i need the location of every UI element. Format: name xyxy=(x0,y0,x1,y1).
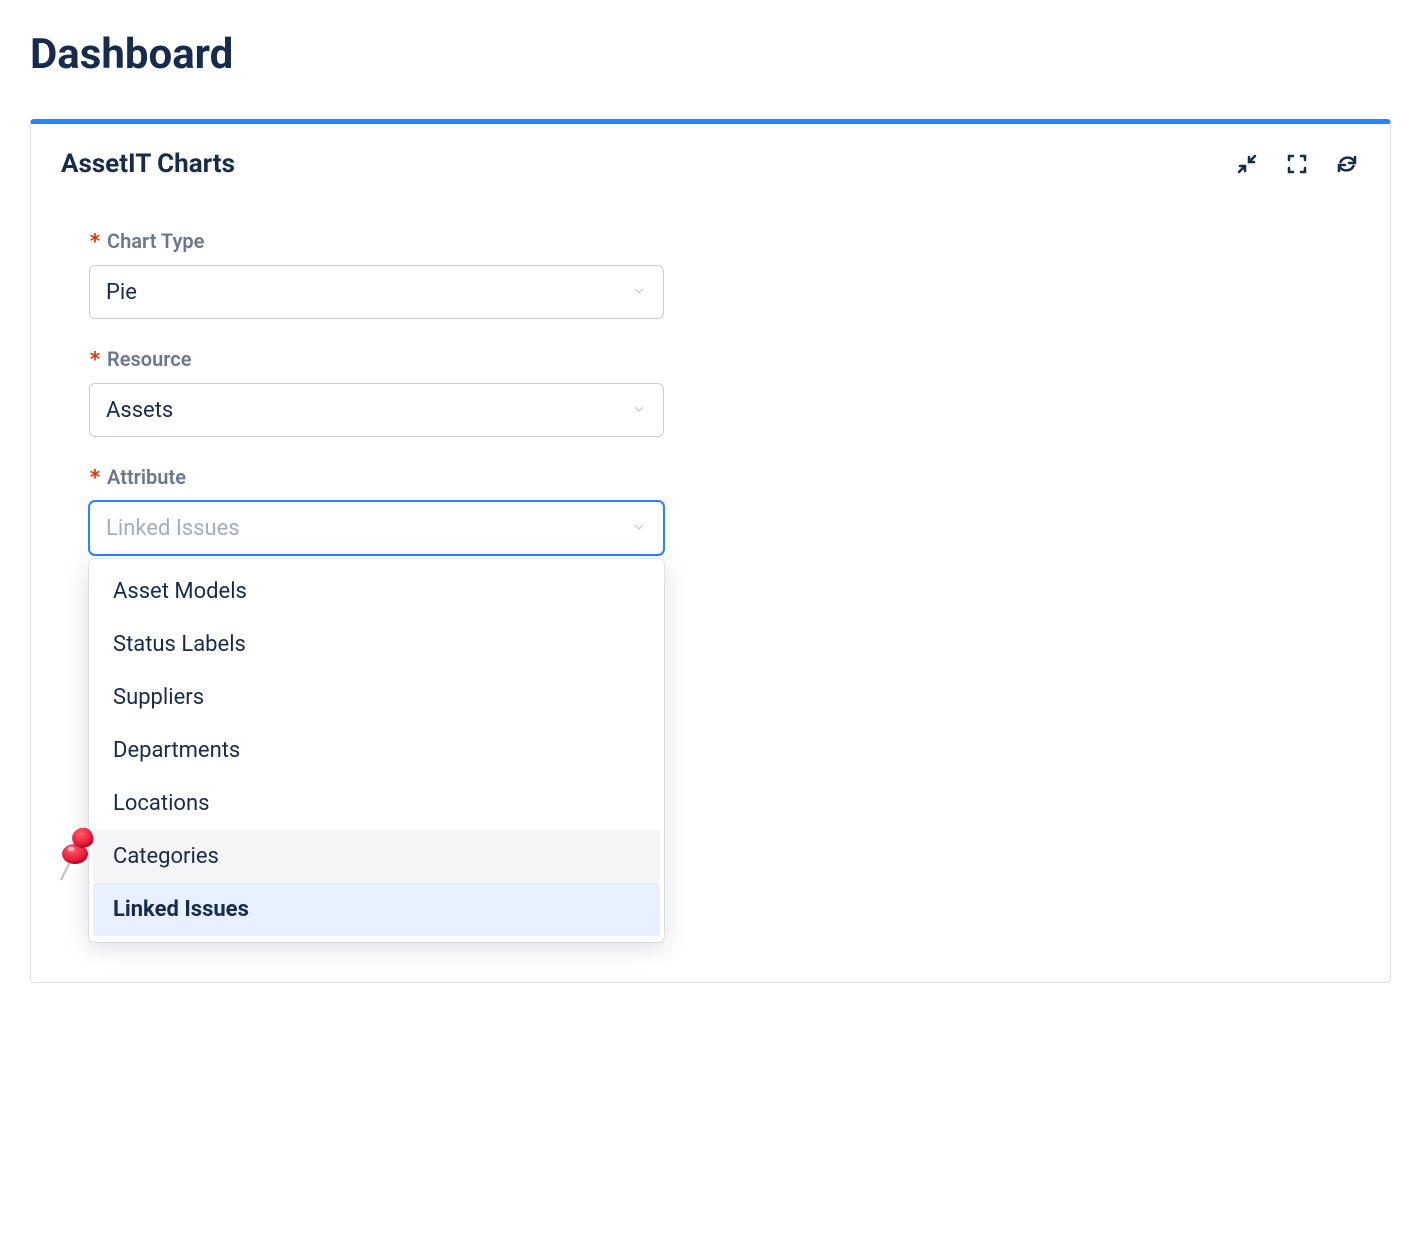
required-asterisk: * xyxy=(89,347,101,371)
fullscreen-icon[interactable] xyxy=(1284,151,1310,177)
attribute-label: *Attribute xyxy=(89,465,664,489)
chart-type-select[interactable]: Pie xyxy=(89,265,664,319)
chart-type-value: Pie xyxy=(106,280,137,305)
chart-type-label-text: Chart Type xyxy=(107,229,204,253)
attribute-option[interactable]: Departments xyxy=(93,724,660,777)
resource-field: *Resource Assets xyxy=(89,347,664,437)
resource-label: *Resource xyxy=(89,347,664,371)
attribute-option[interactable]: Asset Models xyxy=(93,565,660,618)
chart-config-card: AssetIT Charts xyxy=(30,119,1391,983)
form-area: *Chart Type Pie *Resource Assets xyxy=(61,229,1360,942)
refresh-icon[interactable] xyxy=(1334,151,1360,177)
card-actions xyxy=(1234,151,1360,177)
attribute-dropdown: Asset ModelsStatus LabelsSuppliersDepart… xyxy=(89,559,664,942)
resource-label-text: Resource xyxy=(107,347,191,371)
page-title: Dashboard xyxy=(30,30,1391,79)
attribute-label-text: Attribute xyxy=(107,465,186,489)
required-asterisk: * xyxy=(89,229,101,253)
chevron-down-icon xyxy=(631,398,647,423)
attribute-select[interactable]: Linked Issues xyxy=(89,501,664,555)
attribute-option[interactable]: Categories xyxy=(93,830,660,883)
attribute-option[interactable]: Locations xyxy=(93,777,660,830)
attribute-field: *Attribute Linked Issues Asset ModelsSta… xyxy=(89,465,664,942)
chevron-down-icon xyxy=(631,516,647,541)
attribute-option[interactable]: Suppliers xyxy=(93,671,660,724)
collapse-icon[interactable] xyxy=(1234,151,1260,177)
attribute-option[interactable]: Status Labels xyxy=(93,618,660,671)
resource-value: Assets xyxy=(106,398,173,423)
required-asterisk: * xyxy=(89,465,101,489)
chart-type-field: *Chart Type Pie xyxy=(89,229,664,319)
attribute-option[interactable]: Linked Issues xyxy=(93,883,660,936)
card-header: AssetIT Charts xyxy=(61,149,1360,179)
resource-select[interactable]: Assets xyxy=(89,383,664,437)
chart-type-label: *Chart Type xyxy=(89,229,664,253)
chevron-down-icon xyxy=(631,280,647,305)
attribute-placeholder: Linked Issues xyxy=(106,516,240,541)
card-title: AssetIT Charts xyxy=(61,149,235,179)
